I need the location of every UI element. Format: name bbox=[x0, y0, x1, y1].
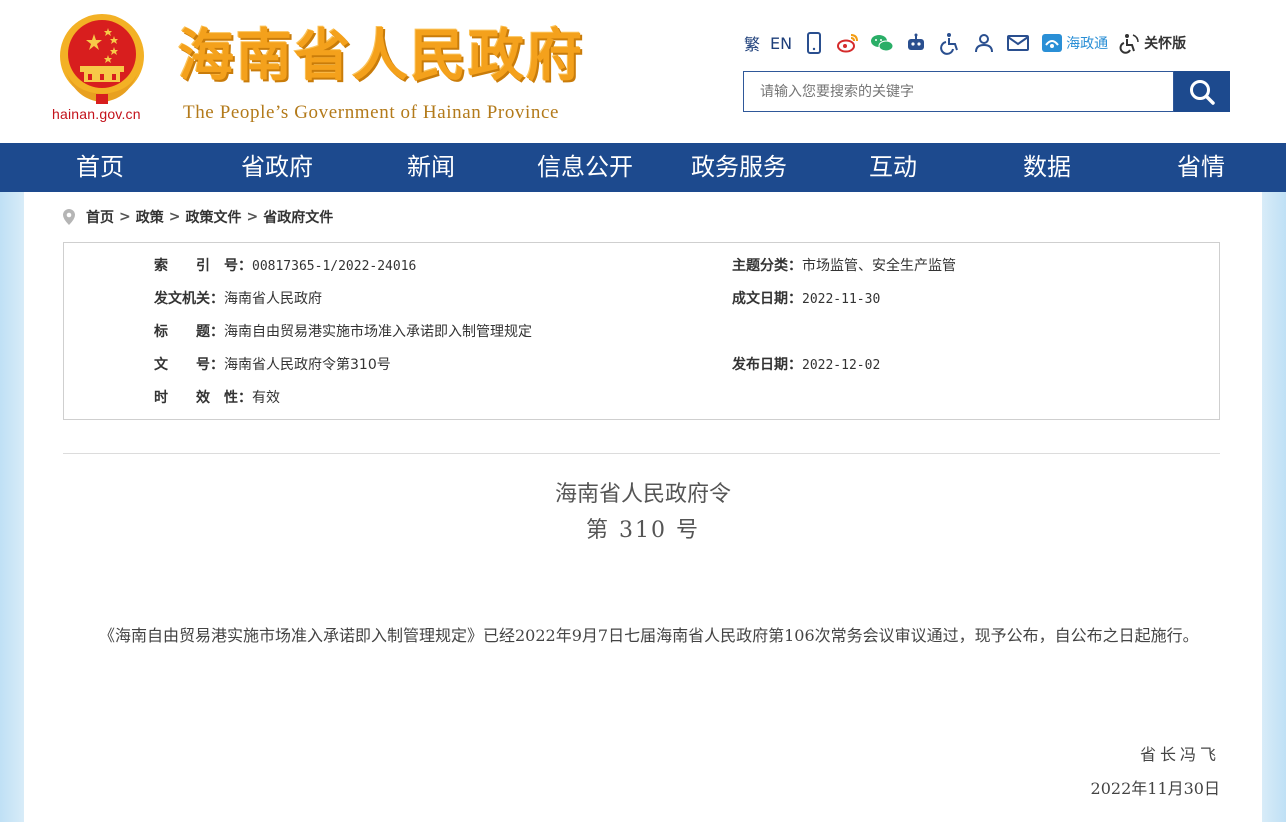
header-toolbar: 繁 EN 海政通 关怀版 bbox=[744, 30, 1196, 56]
site-title[interactable]: 海南省人民政府 bbox=[178, 22, 584, 92]
search-button[interactable] bbox=[1174, 71, 1230, 112]
document-signature: 省长冯飞 bbox=[1139, 745, 1220, 764]
location-pin-icon bbox=[63, 209, 75, 225]
issuer-label: 发文机关： bbox=[154, 291, 224, 307]
haizhengtong-label: 海政通 bbox=[1066, 36, 1109, 52]
traditional-chinese-link[interactable]: 繁 bbox=[744, 31, 760, 55]
main-nav: 首页 省政府 新闻 信息公开 政务服务 互动 数据 省情 bbox=[0, 143, 1286, 192]
care-mode-label: 关怀版 bbox=[1144, 36, 1187, 52]
haizhengtong-icon bbox=[1042, 34, 1063, 52]
breadcrumb: 首页 > 政策 > 政策文件 > 省政府文件 bbox=[62, 205, 333, 229]
wechat-icon[interactable] bbox=[870, 31, 894, 55]
haizhengtong-link[interactable]: 海政通 bbox=[1040, 31, 1108, 55]
topic-value: 市场监管、安全生产监管 bbox=[802, 258, 956, 274]
document-number-label: 文 号： bbox=[154, 357, 224, 373]
index-number-row: 索 引 号：00817365-1/2022-24016 bbox=[154, 256, 416, 276]
breadcrumb-separator: > bbox=[168, 209, 181, 225]
search-icon bbox=[1190, 79, 1215, 105]
index-number-label: 索 引 号： bbox=[154, 258, 252, 274]
created-date-row: 成文日期：2022-11-30 bbox=[732, 289, 880, 309]
breadcrumb-policy-documents[interactable]: 政策文件 bbox=[185, 207, 241, 227]
english-link[interactable]: EN bbox=[770, 34, 792, 53]
care-mode-link[interactable]: 关怀版 bbox=[1118, 31, 1186, 55]
breadcrumb-separator: > bbox=[246, 209, 259, 225]
search-input[interactable] bbox=[743, 71, 1174, 112]
topic-row: 主题分类：市场监管、安全生产监管 bbox=[732, 256, 956, 276]
document-order-number: 第 310 号 bbox=[586, 518, 700, 543]
title-label: 标 题： bbox=[154, 324, 224, 340]
nav-item-home[interactable]: 首页 bbox=[0, 143, 200, 192]
document-date: 2022年11月30日 bbox=[1090, 779, 1220, 798]
published-date-label: 发布日期： bbox=[732, 357, 802, 373]
national-emblem-icon[interactable] bbox=[56, 12, 148, 106]
content-divider bbox=[63, 453, 1220, 454]
breadcrumb-provincial-documents[interactable]: 省政府文件 bbox=[263, 207, 333, 227]
nav-item-province-profile[interactable]: 省情 bbox=[1124, 143, 1278, 192]
breadcrumb-policy[interactable]: 政策 bbox=[136, 207, 164, 227]
title-row: 标 题：海南自由贸易港实施市场准入承诺即入制管理规定 bbox=[154, 322, 532, 342]
issuer-value: 海南省人民政府 bbox=[224, 291, 322, 307]
document-heading: 海南省人民政府令 bbox=[554, 482, 731, 507]
validity-row: 时 效 性：有效 bbox=[154, 388, 280, 408]
breadcrumb-home[interactable]: 首页 bbox=[86, 207, 114, 227]
nav-item-data[interactable]: 数据 bbox=[970, 143, 1124, 192]
document-number-value: 海南省人民政府令第310号 bbox=[224, 357, 391, 373]
care-mode-icon bbox=[1119, 34, 1139, 54]
document-metadata-box: 索 引 号：00817365-1/2022-24016 主题分类：市场监管、安全… bbox=[63, 242, 1220, 420]
index-number-value: 00817365-1/2022-24016 bbox=[252, 259, 417, 274]
document-body: 《海南自由贸易港实施市场准入承诺即入制管理规定》已经2022年9月7日七届海南省… bbox=[99, 626, 1199, 645]
breadcrumb-separator: > bbox=[119, 209, 131, 225]
issuer-row: 发文机关：海南省人民政府 bbox=[154, 289, 322, 309]
nav-item-provincial-government[interactable]: 省政府 bbox=[200, 143, 354, 192]
nav-item-interaction[interactable]: 互动 bbox=[816, 143, 970, 192]
document-number-row: 文 号：海南省人民政府令第310号 bbox=[154, 355, 391, 375]
nav-item-news[interactable]: 新闻 bbox=[354, 143, 508, 192]
site-domain: hainan.gov.cn bbox=[52, 106, 141, 122]
published-date-row: 发布日期：2022-12-02 bbox=[732, 355, 880, 375]
user-icon[interactable] bbox=[972, 31, 996, 55]
nav-item-government-services[interactable]: 政务服务 bbox=[662, 143, 816, 192]
nav-item-information-disclosure[interactable]: 信息公开 bbox=[508, 143, 662, 192]
mobile-icon[interactable] bbox=[802, 31, 826, 55]
created-date-label: 成文日期： bbox=[732, 291, 802, 307]
published-date-value: 2022-12-02 bbox=[802, 358, 881, 373]
wheelchair-icon[interactable] bbox=[938, 31, 962, 55]
robot-icon[interactable] bbox=[904, 31, 928, 55]
validity-label: 时 效 性： bbox=[154, 390, 252, 406]
weibo-icon[interactable] bbox=[836, 31, 860, 55]
topic-label: 主题分类： bbox=[732, 258, 802, 274]
title-value: 海南自由贸易港实施市场准入承诺即入制管理规定 bbox=[224, 324, 532, 340]
site-subtitle: The People’s Government of Hainan Provin… bbox=[183, 102, 560, 123]
site-header: hainan.gov.cn 海南省人民政府 The People’s Gover… bbox=[0, 0, 1286, 143]
created-date-value: 2022-11-30 bbox=[802, 292, 881, 307]
mail-icon[interactable] bbox=[1006, 31, 1030, 55]
validity-value: 有效 bbox=[252, 390, 280, 406]
